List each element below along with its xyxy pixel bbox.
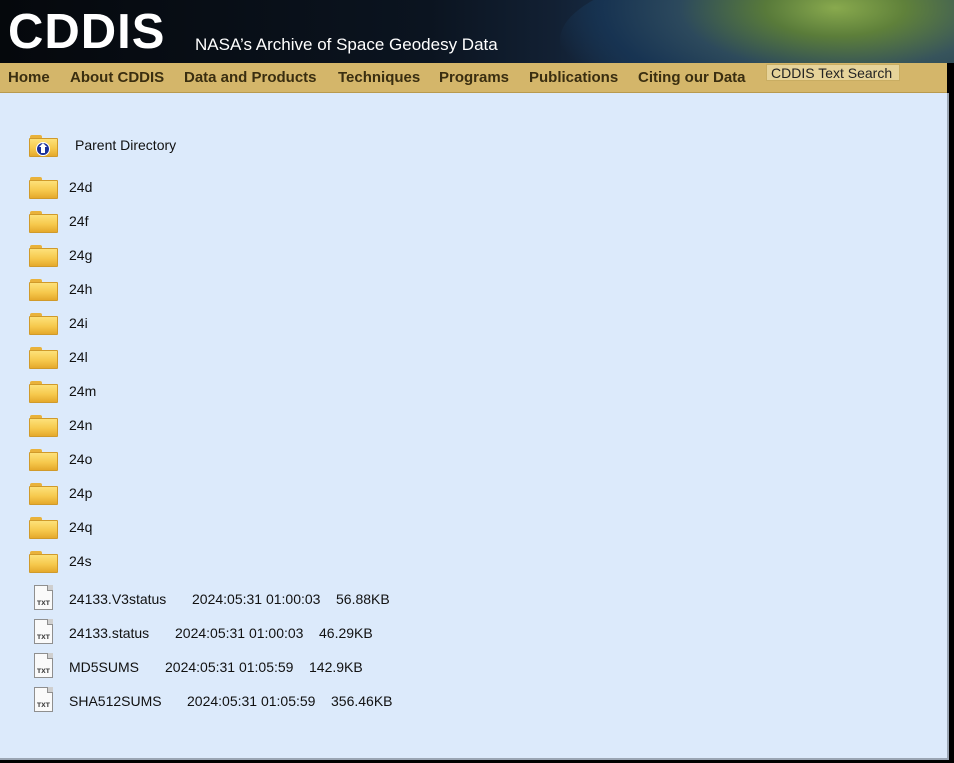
folder-link[interactable]: 24n bbox=[69, 417, 92, 433]
folder-link[interactable]: 24i bbox=[69, 315, 88, 331]
file-size: 142.9KB bbox=[309, 659, 363, 675]
folder-icon[interactable] bbox=[29, 347, 59, 369]
nav-home[interactable]: Home bbox=[8, 69, 50, 86]
folder-icon[interactable] bbox=[29, 245, 59, 267]
folder-icon[interactable] bbox=[29, 551, 59, 573]
text-search-box[interactable]: CDDIS Text Search bbox=[766, 64, 900, 81]
folder-link[interactable]: 24m bbox=[69, 383, 96, 399]
nav-citing[interactable]: Citing our Data bbox=[638, 69, 746, 86]
parent-directory-link[interactable]: Parent Directory bbox=[75, 137, 176, 153]
file-link[interactable]: 24133.status bbox=[69, 625, 149, 641]
folder-link[interactable]: 24d bbox=[69, 179, 92, 195]
file-date: 2024:05:31 01:00:03 bbox=[175, 625, 304, 641]
directory-listing: Parent Directory 24d 24f 24g 24h 24i 24l… bbox=[0, 93, 949, 760]
file-link[interactable]: SHA512SUMS bbox=[69, 693, 162, 709]
folder-icon[interactable] bbox=[29, 313, 59, 335]
folder-icon[interactable] bbox=[29, 177, 59, 199]
text-file-icon-label: TXT bbox=[37, 600, 50, 607]
nav-publications[interactable]: Publications bbox=[529, 69, 618, 86]
text-file-icon-label: TXT bbox=[37, 634, 50, 641]
folder-link[interactable]: 24h bbox=[69, 281, 92, 297]
folder-link[interactable]: 24g bbox=[69, 247, 92, 263]
site-header: CDDIS NASA’s Archive of Space Geodesy Da… bbox=[0, 0, 954, 63]
site-tagline: NASA’s Archive of Space Geodesy Data bbox=[195, 35, 498, 54]
nav-techniques[interactable]: Techniques bbox=[338, 69, 420, 86]
main-nav: Home About CDDIS Data and Products Techn… bbox=[0, 63, 947, 93]
earth-banner-image bbox=[560, 0, 954, 63]
text-file-icon-label: TXT bbox=[37, 668, 50, 675]
cddis-logo[interactable]: CDDIS bbox=[8, 3, 165, 61]
text-file-icon[interactable]: TXT bbox=[34, 585, 53, 610]
folder-icon[interactable] bbox=[29, 415, 59, 437]
folder-icon[interactable] bbox=[29, 517, 59, 539]
folder-icon[interactable] bbox=[29, 483, 59, 505]
file-size: 46.29KB bbox=[319, 625, 373, 641]
folder-link[interactable]: 24p bbox=[69, 485, 92, 501]
text-file-icon[interactable]: TXT bbox=[34, 687, 53, 712]
file-date: 2024:05:31 01:00:03 bbox=[192, 591, 321, 607]
text-file-icon[interactable]: TXT bbox=[34, 653, 53, 678]
nav-programs[interactable]: Programs bbox=[439, 69, 509, 86]
folder-link[interactable]: 24s bbox=[69, 553, 92, 569]
folder-link[interactable]: 24l bbox=[69, 349, 88, 365]
file-link[interactable]: MD5SUMS bbox=[69, 659, 139, 675]
file-date: 2024:05:31 01:05:59 bbox=[187, 693, 316, 709]
folder-icon[interactable] bbox=[29, 211, 59, 233]
folder-icon[interactable] bbox=[29, 381, 59, 403]
text-file-icon[interactable]: TXT bbox=[34, 619, 53, 644]
folder-link[interactable]: 24q bbox=[69, 519, 92, 535]
folder-link[interactable]: 24o bbox=[69, 451, 92, 467]
file-date: 2024:05:31 01:05:59 bbox=[165, 659, 294, 675]
file-link[interactable]: 24133.V3status bbox=[69, 591, 166, 607]
nav-about[interactable]: About CDDIS bbox=[70, 69, 164, 86]
folder-icon[interactable] bbox=[29, 279, 59, 301]
file-size: 356.46KB bbox=[331, 693, 393, 709]
nav-data-products[interactable]: Data and Products bbox=[184, 69, 317, 86]
folder-link[interactable]: 24f bbox=[69, 213, 88, 229]
folder-icon[interactable] bbox=[29, 449, 59, 471]
parent-directory-icon[interactable] bbox=[29, 135, 59, 157]
file-size: 56.88KB bbox=[336, 591, 390, 607]
text-file-icon-label: TXT bbox=[37, 702, 50, 709]
